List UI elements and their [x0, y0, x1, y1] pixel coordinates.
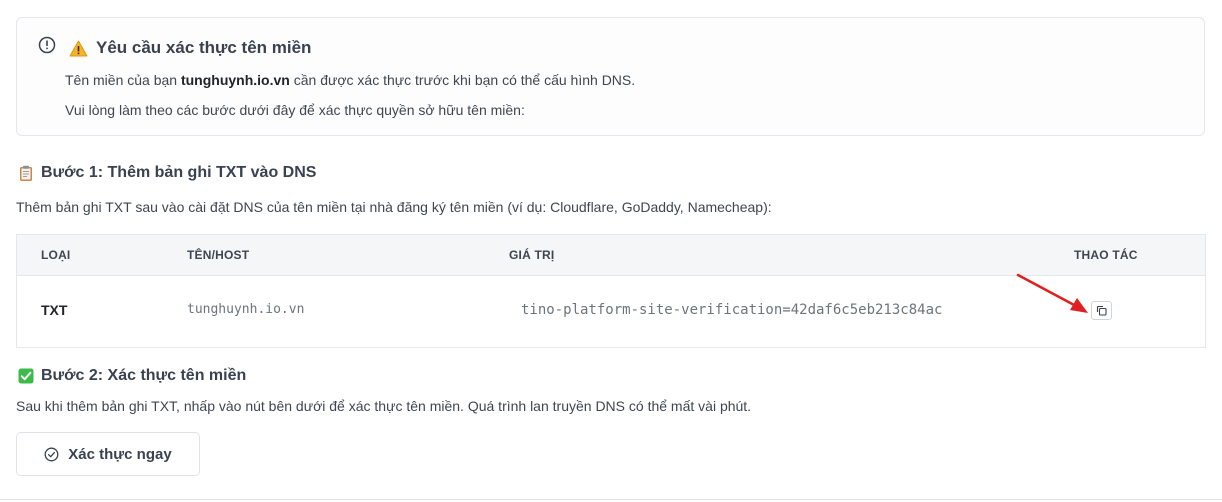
alert-title-text: Yêu cầu xác thực tên miền [96, 38, 312, 57]
step2-description: Sau khi thêm bản ghi TXT, nhấp vào nút b… [16, 398, 752, 414]
warning-icon [69, 40, 88, 56]
verify-now-button[interactable]: Xác thực ngay [16, 432, 200, 476]
domain-name: tunghuynh.io.vn [180, 72, 290, 88]
alert-line-2: Vui lòng làm theo các bước dưới đây để x… [65, 102, 525, 118]
step1-title: Bước 1: Thêm bản ghi TXT vào DNS [18, 164, 316, 182]
alert-title: Yêu cầu xác thực tên miền [69, 38, 311, 58]
step2-title-text: Bước 2: Xác thực tên miền [41, 367, 247, 384]
column-header-type: LOẠI [41, 248, 71, 262]
alert-line-1-prefix: Tên miền của bạn [65, 72, 181, 88]
verification-alert: Yêu cầu xác thực tên miền Tên miền của b… [16, 17, 1205, 136]
alert-line-1-suffix: cần được xác thực trước khi bạn có thể c… [289, 72, 636, 88]
step2-title: Bước 2: Xác thực tên miền [18, 367, 246, 385]
record-type: TXT [41, 302, 68, 318]
info-circle-icon [38, 36, 56, 54]
step1-description: Thêm bản ghi TXT sau vào cài đặt DNS của… [16, 199, 772, 215]
column-header-host: TÊN/HOST [187, 248, 250, 262]
table-header: LOẠI TÊN/HOST GIÁ TRỊ THAO TÁC [17, 235, 1205, 276]
annotation-arrow-icon [1016, 273, 1088, 313]
check-circle-icon [44, 447, 59, 461]
divider [0, 499, 1222, 500]
verify-now-label: Xác thực ngay [68, 445, 172, 463]
column-header-value: GIÁ TRỊ [509, 248, 555, 262]
copy-value-button[interactable] [1091, 301, 1112, 320]
record-host: tunghuynh.io.vn [187, 302, 305, 317]
clipboard-icon [20, 165, 32, 181]
record-value[interactable]: tino-platform-site-verification=42daf6c5… [521, 302, 942, 318]
copy-icon [1096, 305, 1107, 316]
check-box-icon [18, 368, 34, 384]
column-header-action: THAO TÁC [1074, 248, 1138, 262]
alert-line-1: Tên miền của bạn tunghuynh.io.vn cần đượ… [65, 72, 635, 88]
step1-title-text: Bước 1: Thêm bản ghi TXT vào DNS [41, 164, 317, 181]
